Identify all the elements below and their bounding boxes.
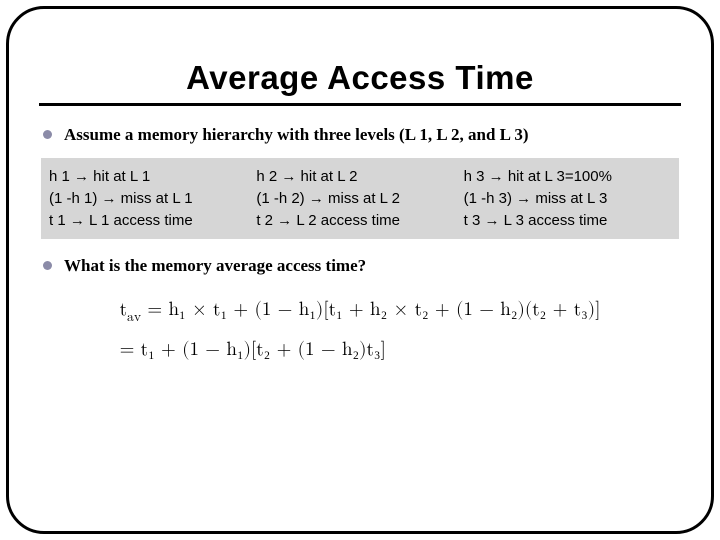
def-h2: h 2 → hit at L 2 bbox=[256, 166, 457, 188]
def-h3: h 3 → hit at L 3=100% bbox=[464, 166, 665, 188]
def-t1: t 1 → L 1 access time bbox=[49, 210, 250, 232]
bullet-question-text: What is the memory average access time? bbox=[64, 255, 366, 277]
def-h1: h 1 → hit at L 1 bbox=[49, 166, 250, 188]
bullet-assume: Assume a memory hierarchy with three lev… bbox=[43, 124, 683, 146]
bullet-assume-text: Assume a memory hierarchy with three lev… bbox=[64, 124, 529, 146]
formula-line2: = t₁ + (1 − h₁)[t₂ + (1 − h₂)t₃] bbox=[120, 340, 386, 359]
definitions-box: h 1 → hit at L 1 (1 -h 1) → miss at L 1 … bbox=[41, 158, 679, 239]
formula-line1-prefix: t bbox=[120, 300, 127, 319]
defs-col-l1: h 1 → hit at L 1 (1 -h 1) → miss at L 1 … bbox=[49, 166, 256, 231]
formula: tav = h₁ × t₁ + (1 − h₁)[t₁ + h₂ × t₂ + … bbox=[120, 291, 601, 368]
def-1mh1: (1 -h 1) → miss at L 1 bbox=[49, 188, 250, 210]
def-1mh2: (1 -h 2) → miss at L 2 bbox=[256, 188, 457, 210]
def-t3: t 3 → L 3 access time bbox=[464, 210, 665, 232]
formula-line1-sub: av bbox=[127, 310, 141, 324]
bullet-question: What is the memory average access time? bbox=[43, 255, 683, 277]
title-underline bbox=[39, 103, 681, 106]
def-t2: t 2 → L 2 access time bbox=[256, 210, 457, 232]
formula-line1-rest: = h₁ × t₁ + (1 − h₁)[t₁ + h₂ × t₂ + (1 −… bbox=[141, 300, 600, 319]
formula-block: tav = h₁ × t₁ + (1 − h₁)[t₁ + h₂ × t₂ + … bbox=[37, 291, 683, 368]
bullet-dot-icon bbox=[43, 130, 52, 139]
slide-title: Average Access Time bbox=[37, 59, 683, 97]
def-1mh3: (1 -h 3) → miss at L 3 bbox=[464, 188, 665, 210]
bullet-dot-icon bbox=[43, 261, 52, 270]
defs-col-l2: h 2 → hit at L 2 (1 -h 2) → miss at L 2 … bbox=[256, 166, 463, 231]
slide-frame: Average Access Time Assume a memory hier… bbox=[6, 6, 714, 534]
defs-col-l3: h 3 → hit at L 3=100% (1 -h 3) → miss at… bbox=[464, 166, 671, 231]
